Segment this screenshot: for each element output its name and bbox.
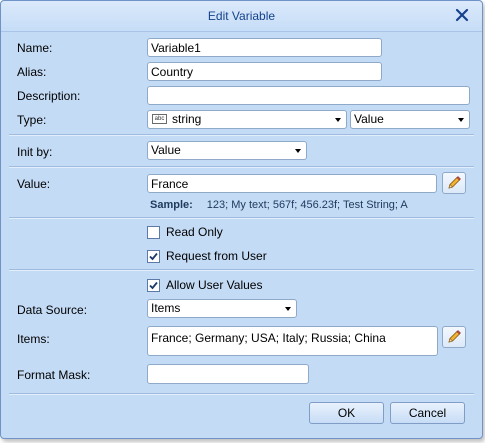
type-kind-value: Value xyxy=(354,112,384,126)
data-source-label: Data Source: xyxy=(17,303,88,317)
items-input[interactable]: France; Germany; USA; Italy; Russia; Chi… xyxy=(147,326,438,356)
init-by-select[interactable]: Value xyxy=(147,141,307,160)
data-source-value: Items xyxy=(151,301,181,315)
checkmark-icon xyxy=(149,281,158,290)
description-input[interactable] xyxy=(147,86,470,105)
type-select[interactable]: abc string xyxy=(147,110,347,129)
chevron-down-icon xyxy=(335,118,341,122)
separator xyxy=(9,217,474,219)
chevron-down-icon xyxy=(458,118,464,122)
edit-value-button[interactable] xyxy=(442,172,466,194)
separator xyxy=(9,393,474,395)
chevron-down-icon xyxy=(295,149,301,153)
separator xyxy=(9,269,474,271)
init-by-label: Init by: xyxy=(17,145,53,159)
cancel-button[interactable]: Cancel xyxy=(390,402,465,424)
value-input[interactable] xyxy=(147,174,437,193)
pencil-icon xyxy=(448,176,461,189)
items-label: Items: xyxy=(17,332,50,346)
type-kind-select[interactable]: Value xyxy=(350,110,470,129)
sample-value: 123; My text; 567f; 456.23f; Test String… xyxy=(206,199,408,211)
alias-input[interactable] xyxy=(147,62,382,81)
init-by-value: Value xyxy=(151,143,181,157)
request-from-user-label: Request from User xyxy=(166,249,267,263)
type-select-value: string xyxy=(172,112,202,126)
close-button[interactable] xyxy=(454,7,470,23)
name-label: Name: xyxy=(17,41,53,55)
separator xyxy=(9,134,474,136)
checkbox-box[interactable] xyxy=(147,279,160,292)
chevron-down-icon xyxy=(285,307,291,311)
format-mask-input[interactable] xyxy=(147,364,309,384)
edit-variable-dialog: Edit Variable Name: Alias: Description: … xyxy=(0,0,483,439)
type-label: Type: xyxy=(17,113,47,127)
pencil-icon xyxy=(448,330,461,343)
alias-label: Alias: xyxy=(17,65,47,79)
description-label: Description: xyxy=(17,89,81,103)
sample-label: Sample: xyxy=(150,199,193,211)
string-type-icon: abc xyxy=(152,114,167,124)
close-icon xyxy=(455,8,469,22)
data-source-select[interactable]: Items xyxy=(147,299,297,318)
edit-items-button[interactable] xyxy=(442,326,466,348)
sample-text-row: Sample: 123; My text; 567f; 456.23f; Test… xyxy=(150,199,408,211)
allow-user-values-label: Allow User Values xyxy=(166,278,263,292)
checkmark-icon xyxy=(149,252,158,261)
separator xyxy=(9,166,474,168)
format-mask-label: Format Mask: xyxy=(17,368,91,382)
title-bar: Edit Variable xyxy=(1,1,482,32)
checkbox-box[interactable] xyxy=(147,250,160,263)
read-only-label: Read Only xyxy=(166,225,223,239)
dialog-title: Edit Variable xyxy=(207,9,276,23)
checkbox-box[interactable] xyxy=(147,226,160,239)
ok-button[interactable]: OK xyxy=(309,402,384,424)
name-input[interactable] xyxy=(147,38,382,57)
value-label: Value: xyxy=(17,177,51,191)
